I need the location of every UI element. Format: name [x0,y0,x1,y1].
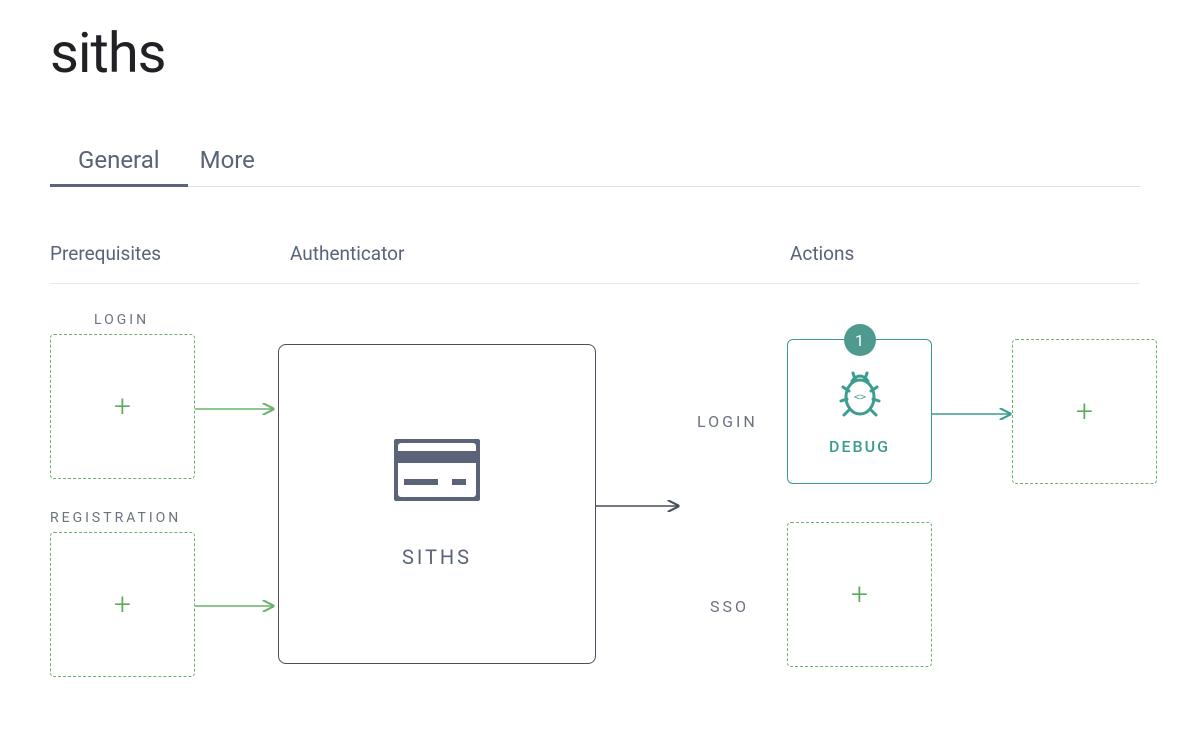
columns-header: Prerequisites Authenticator Actions [50,242,1140,284]
bug-icon: <> [835,367,885,425]
plus-icon: + [851,580,868,610]
arrow-auth-to-actions [596,496,686,516]
tabs: General More [50,146,1140,187]
arrow-registration-to-auth [195,596,280,616]
add-action-sso-button[interactable]: + [787,522,932,667]
tab-more[interactable]: More [200,146,255,186]
add-action-login-button[interactable]: + [1012,339,1157,484]
plus-icon: + [114,392,131,422]
action-debug-badge: 1 [844,324,876,356]
arrow-debug-to-add [932,404,1017,424]
action-debug-label: DEBUG [829,437,890,456]
add-prereq-login-button[interactable]: + [50,334,195,479]
tab-general[interactable]: General [78,146,160,186]
header-actions: Actions [790,242,1140,265]
header-authenticator: Authenticator [290,242,790,265]
authenticator-name: SITHS [402,545,472,569]
add-prereq-registration-button[interactable]: + [50,532,195,677]
action-row-sso-label: SSO [710,597,749,616]
flow-canvas: LOGIN + REGISTRATION + [50,304,1140,724]
card-icon [394,439,480,505]
prereq-login-label: LOGIN [94,312,149,328]
authenticator-card-siths[interactable]: SITHS [278,344,596,664]
plus-icon: + [1076,397,1093,427]
prereq-registration-label: REGISTRATION [50,510,181,526]
header-prerequisites: Prerequisites [50,242,290,265]
arrow-login-to-auth [195,399,280,419]
plus-icon: + [114,590,131,620]
action-row-login-label: LOGIN [697,412,758,431]
page-title: siths [50,20,1140,86]
action-debug-card[interactable]: 1 <> [787,339,932,484]
svg-text:<>: <> [853,392,865,403]
